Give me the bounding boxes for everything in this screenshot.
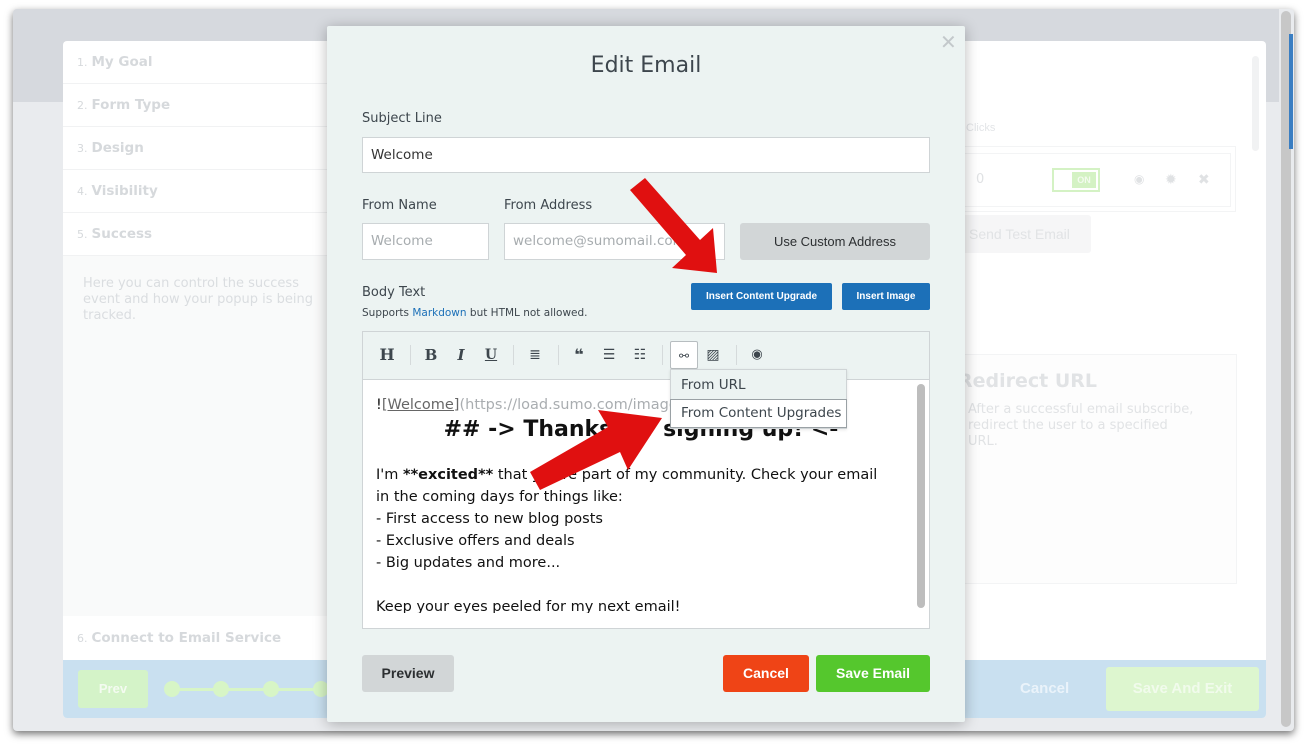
close-icon[interactable]: ✕ (940, 30, 957, 54)
bold-icon[interactable]: B (417, 341, 445, 369)
progress-dot[interactable] (263, 681, 279, 697)
modal-title: Edit Email (590, 53, 702, 78)
progress-dot[interactable] (164, 681, 180, 697)
markdown-link[interactable]: Markdown (412, 307, 466, 319)
prev-button[interactable]: Prev (78, 670, 148, 708)
steps-list: 1. My Goal 2. Form Type 3. Design 4. Visibil… (63, 41, 343, 256)
from-name-input[interactable]: Welcome (362, 223, 489, 260)
editor-scrollbar[interactable] (917, 384, 925, 608)
success-description: Here you can control the success event a… (83, 276, 314, 323)
subject-input[interactable]: Welcome (362, 137, 930, 173)
insert-image-button[interactable]: Insert Image (842, 283, 930, 310)
clicks-header: Clicks (966, 122, 996, 134)
clicks-value: 0 (976, 172, 985, 187)
toolbar-divider (410, 345, 411, 365)
gear-icon[interactable]: ✹ (1165, 172, 1177, 188)
preview-button[interactable]: Preview (362, 655, 454, 692)
quote-icon[interactable]: ❝ (565, 341, 593, 369)
insert-content-upgrade-button[interactable]: Insert Content Upgrade (691, 283, 832, 310)
cancel-button[interactable]: Cancel (723, 655, 809, 692)
toolbar-divider (513, 345, 514, 365)
from-address-label: From Address (504, 198, 593, 213)
toolbar-divider (662, 345, 663, 365)
preview-eye-icon[interactable]: ◉ (743, 341, 771, 369)
list-item: - Exclusive offers and deals (376, 533, 575, 549)
toggle-on-label: ON (1072, 172, 1096, 188)
closing-line: Keep your eyes peeled for my next email! (376, 599, 681, 613)
body-paragraph: I'm **excited** that you're part of my c… (376, 467, 878, 483)
toolbar-divider (558, 345, 559, 365)
from-address-input[interactable]: welcome@sumomail.com (504, 223, 725, 260)
panel-scrollbar[interactable] (1252, 56, 1259, 151)
step-form-type[interactable]: 2. Form Type (63, 84, 343, 127)
email-toggle[interactable]: ON (1052, 168, 1100, 192)
link-icon[interactable]: ⚯ (670, 341, 698, 369)
numbered-list-icon[interactable]: ☷ (626, 341, 654, 369)
toolbar-divider (736, 345, 737, 365)
send-test-email-button[interactable]: Send Test Email (955, 215, 1091, 253)
step-design[interactable]: 3. Design (63, 127, 343, 170)
redirect-description: After a successful email subscribe, redi… (968, 402, 1194, 449)
image-icon[interactable]: ▨ (699, 341, 727, 369)
align-center-icon[interactable]: ≣ (521, 341, 549, 369)
step-my-goal[interactable]: 1. My Goal (63, 41, 343, 84)
body-text-label: Body Text (362, 285, 426, 300)
from-name-label: From Name (362, 198, 437, 213)
progress-dot[interactable] (213, 681, 229, 697)
menu-item-from-url[interactable]: From URL (670, 373, 847, 395)
redirect-title: Redirect URL (958, 370, 1098, 392)
footer-cancel-button[interactable]: Cancel (1020, 680, 1069, 697)
list-item: - First access to new blog posts (376, 511, 603, 527)
heading-icon[interactable]: H (373, 341, 401, 369)
save-and-exit-button[interactable]: Save And Exit (1106, 667, 1259, 711)
scrollbar-accent (1289, 34, 1293, 149)
italic-icon[interactable]: I (447, 341, 475, 369)
menu-item-from-content-upgrades[interactable]: From Content Upgrades (670, 399, 847, 428)
eye-icon[interactable]: ◉ (1134, 172, 1144, 186)
step-success[interactable]: 5. Success (63, 213, 343, 256)
use-custom-address-button[interactable]: Use Custom Address (740, 223, 930, 260)
list-item: - Big updates and more... (376, 555, 561, 571)
delete-icon[interactable]: ✖ (1198, 172, 1210, 188)
step-connect-email[interactable]: 6. Connect to Email Service (63, 617, 343, 660)
underline-icon[interactable]: U (477, 341, 505, 369)
bullet-list-icon[interactable]: ☰ (595, 341, 623, 369)
step-visibility[interactable]: 4. Visibility (63, 170, 343, 213)
save-email-button[interactable]: Save Email (816, 655, 930, 692)
subject-label: Subject Line (362, 111, 442, 126)
markdown-hint: Supports Markdown but HTML not allowed. (362, 307, 588, 319)
progress-track (172, 688, 332, 691)
